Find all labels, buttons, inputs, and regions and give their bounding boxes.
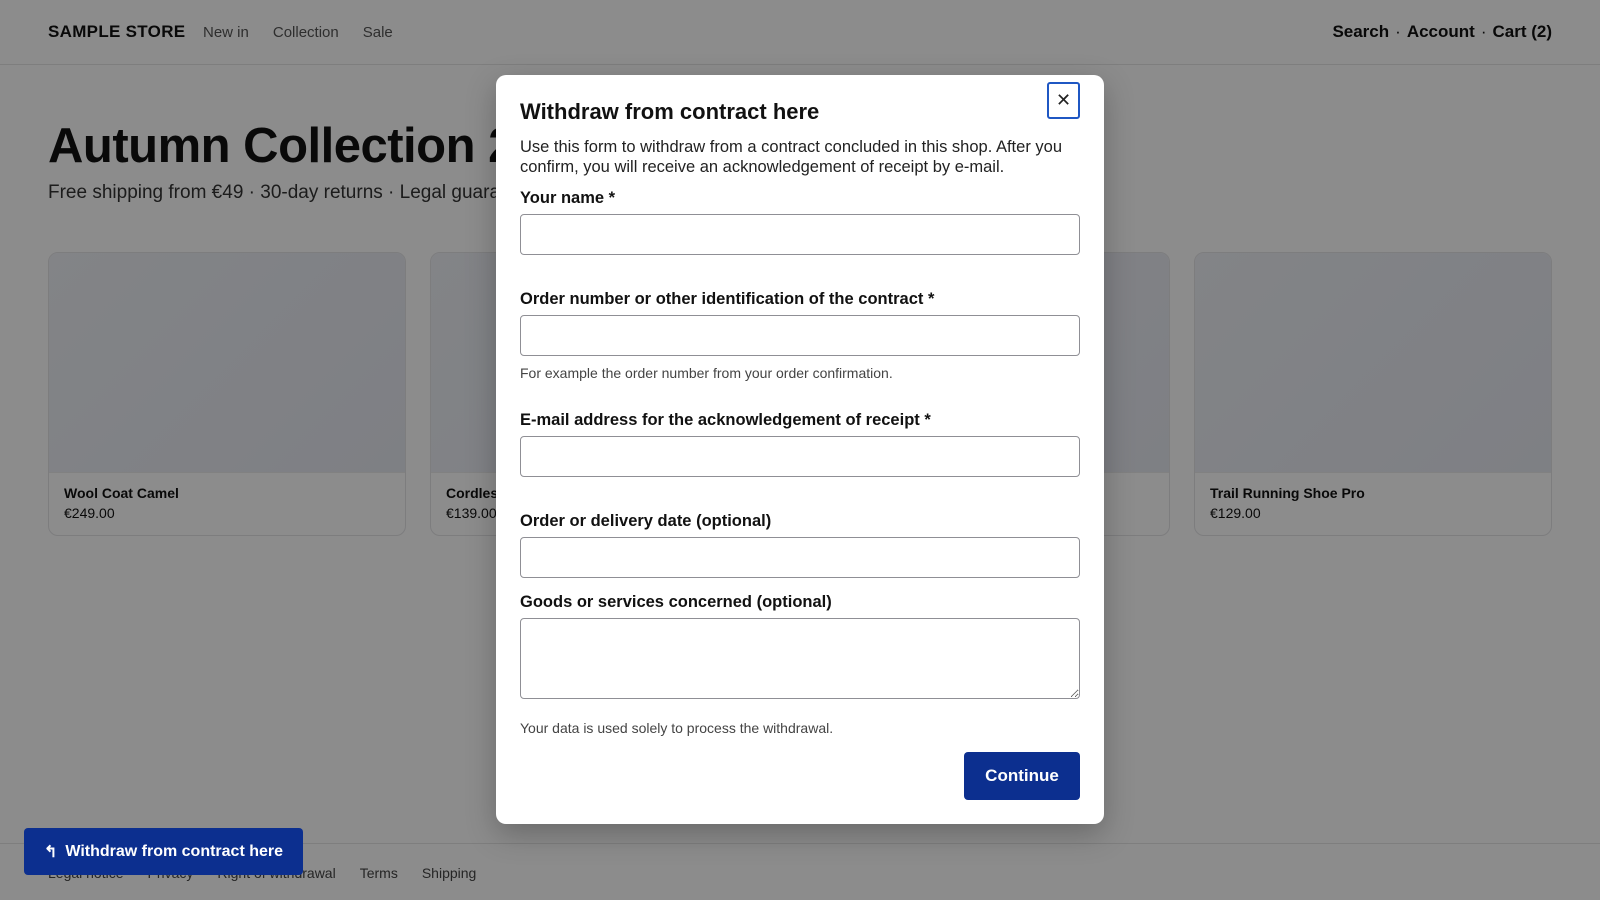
withdraw-sticky-button[interactable]: ↰ Withdraw from contract here (24, 828, 303, 875)
dialog-title: Withdraw from contract here (520, 99, 820, 124)
date-input[interactable] (520, 537, 1080, 578)
order-label: Order number or other identification of … (520, 290, 935, 308)
withdraw-sticky-label: Withdraw from contract here (65, 842, 284, 860)
email-input[interactable] (520, 436, 1080, 477)
name-label: Your name * (520, 189, 616, 207)
date-label: Order or delivery date (optional) (520, 512, 772, 530)
goods-label: Goods or services concerned (optional) (520, 593, 832, 611)
arrow-icon: ↰ (43, 843, 58, 861)
continue-button[interactable]: Continue (964, 752, 1080, 800)
email-label: E-mail address for the acknowledgement o… (520, 411, 931, 429)
privacy-note: Your data is used solely to process the … (520, 720, 834, 736)
goods-textarea[interactable] (520, 618, 1080, 699)
order-hint: For example the order number from your o… (520, 365, 893, 381)
close-icon: ✕ (1055, 90, 1072, 111)
withdrawal-dialog: ✕ Withdraw from contract here Use this f… (496, 75, 1104, 824)
dialog-description: Use this form to withdraw from a contrac… (520, 138, 1062, 176)
name-input[interactable] (520, 214, 1080, 255)
close-button[interactable]: ✕ (1047, 82, 1080, 119)
order-number-input[interactable] (520, 315, 1080, 356)
